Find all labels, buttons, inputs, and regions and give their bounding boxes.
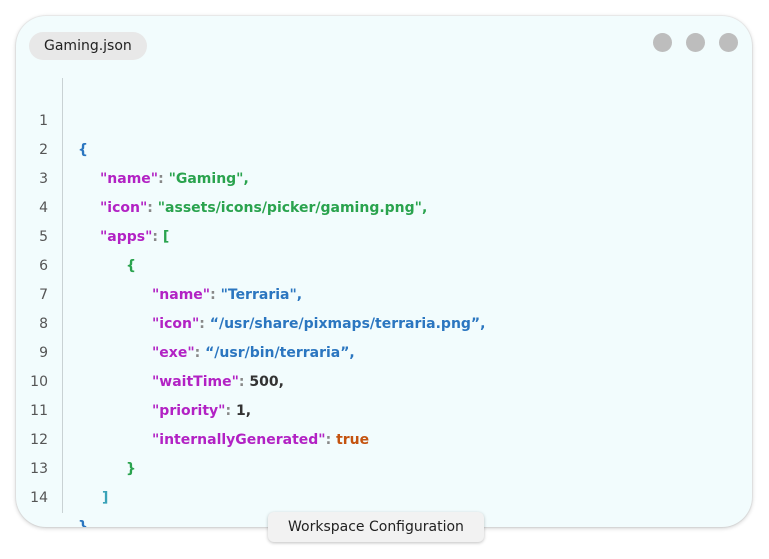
open-bracket: [ — [162, 229, 170, 245]
code-line: 4 "apps": [ — [16, 165, 169, 245]
code-line: 12 } — [16, 397, 136, 477]
comma: , — [296, 287, 303, 303]
colon: : — [152, 229, 163, 245]
json-key: "name" — [152, 287, 211, 303]
colon: : — [210, 287, 221, 303]
colon: : — [147, 200, 158, 216]
code-line: 11 "internallyGenerated": true — [16, 368, 369, 448]
json-string: "Terraria" — [220, 287, 297, 303]
colon: : — [238, 374, 250, 390]
code-line: 5 { — [16, 194, 136, 274]
close-bracket: ] — [102, 490, 109, 506]
close-brace: } — [78, 519, 88, 527]
json-key: "name" — [100, 171, 159, 187]
code-line: 7 "icon": “/usr/share/pixmaps/terraria.p… — [16, 252, 485, 332]
json-key: "priority" — [152, 403, 226, 419]
colon: : — [194, 345, 206, 361]
caption-label: Workspace Configuration — [268, 512, 484, 542]
colon: : — [325, 432, 337, 448]
colon: : — [225, 403, 236, 419]
code-editor[interactable]: 1 { 2 "name": "Gaming", 3 "icon": "asset… — [16, 78, 485, 527]
json-string: “/usr/bin/terraria” — [205, 345, 350, 361]
window-control-circle-icon[interactable] — [686, 33, 705, 52]
line-number: 14 — [30, 490, 48, 506]
comma: , — [278, 374, 284, 390]
code-line: 2 "name": "Gaming", — [16, 107, 249, 187]
code-window: Gaming.json 1 { 2 "name": "Gaming", 3 "i… — [16, 16, 752, 527]
window-control-circle-icon[interactable] — [653, 33, 672, 52]
code-line: 1 { — [16, 78, 88, 158]
colon: : — [199, 316, 210, 332]
json-boolean: true — [336, 432, 370, 448]
json-key: "waitTime" — [152, 374, 239, 390]
code-line: 10 "priority": 1, — [16, 339, 251, 419]
json-key: "apps" — [100, 229, 153, 245]
code-line: 13 ] — [16, 426, 108, 506]
json-number: 1 — [235, 403, 246, 419]
comma: , — [245, 403, 252, 419]
open-brace: { — [126, 258, 136, 274]
json-string: "assets/icons/picker/gaming.png" — [157, 200, 422, 216]
file-tab[interactable]: Gaming.json — [29, 32, 147, 60]
code-line: 14 } — [16, 455, 88, 527]
window-controls — [653, 33, 738, 52]
comma: , — [349, 345, 355, 361]
code-line: 3 "icon": "assets/icons/picker/gaming.pn… — [16, 136, 427, 216]
close-brace: } — [126, 461, 136, 477]
gutter-divider — [62, 78, 63, 513]
json-key: "icon" — [100, 200, 148, 216]
code-line: 9 "waitTime": 500, — [16, 310, 284, 390]
colon: : — [158, 171, 169, 187]
open-brace: { — [78, 142, 88, 158]
comma: , — [480, 316, 486, 332]
comma: , — [243, 171, 249, 187]
json-string: “/usr/share/pixmaps/terraria.png” — [209, 316, 481, 332]
json-number: 500 — [249, 374, 279, 390]
json-key: "exe" — [152, 345, 195, 361]
code-line: 8 "exe": “/usr/bin/terraria”, — [16, 281, 355, 361]
code-line: 6 "name": "Terraria", — [16, 223, 302, 303]
json-key: "icon" — [152, 316, 200, 332]
json-key: "internallyGenerated" — [152, 432, 326, 448]
comma: , — [421, 200, 428, 216]
window-control-circle-icon[interactable] — [719, 33, 738, 52]
json-string: "Gaming" — [168, 171, 244, 187]
